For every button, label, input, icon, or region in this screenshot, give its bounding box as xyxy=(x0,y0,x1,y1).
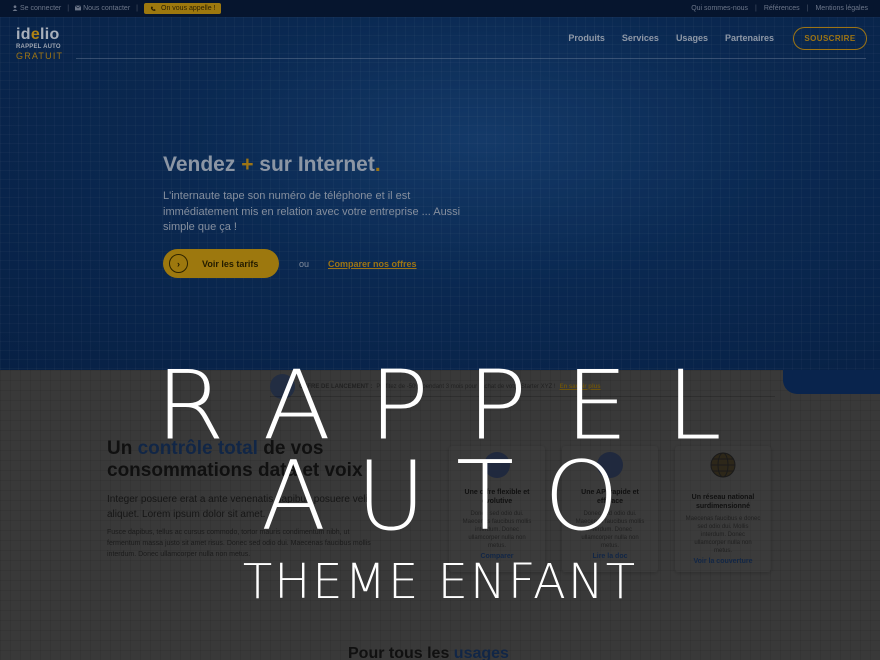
overlay-title-line2: A U T O xyxy=(261,442,619,552)
overlay-subtitle: THEME ENFANT xyxy=(242,554,638,610)
overlay-title-line1: R A P P E L xyxy=(155,349,725,462)
